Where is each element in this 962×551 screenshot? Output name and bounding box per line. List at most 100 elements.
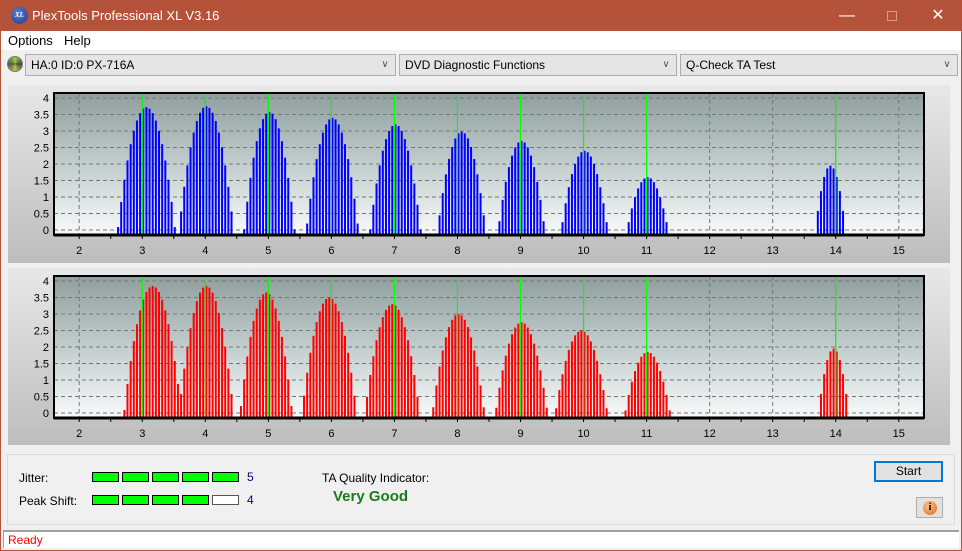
histogram-bar <box>366 396 369 419</box>
histogram-bar <box>246 201 249 236</box>
histogram-bar <box>353 395 356 419</box>
histogram-bar <box>284 157 287 236</box>
histogram-bar <box>529 155 532 236</box>
minimize-button[interactable]: — <box>824 0 870 31</box>
test-select[interactable]: Q-Check TA Test ∨ <box>680 54 958 76</box>
histogram-bar <box>154 120 157 236</box>
histogram-bar <box>561 222 564 236</box>
histogram-bar <box>135 120 138 236</box>
histogram-bar <box>580 152 583 236</box>
histogram-bar <box>470 337 473 419</box>
histogram-bar <box>246 356 249 419</box>
chevron-down-icon: ∨ <box>943 59 951 70</box>
histogram-bar <box>249 336 252 419</box>
histogram-bar <box>602 203 605 236</box>
histogram-bar <box>221 328 224 419</box>
histogram-bar <box>164 160 167 236</box>
histogram-bar <box>388 305 391 419</box>
histogram-bar <box>214 301 217 419</box>
jitter-label: Jitter: <box>19 471 49 485</box>
info-button[interactable]: i <box>916 497 943 518</box>
x-tick-label: 9 <box>517 428 523 440</box>
histogram-bar <box>151 113 154 236</box>
histogram-bar <box>135 324 138 419</box>
histogram-bar <box>321 132 324 236</box>
histogram-bar <box>375 340 378 419</box>
histogram-bar <box>280 336 283 419</box>
title-bar[interactable]: XL PlexTools Professional XL V3.16 — ✕ <box>1 0 961 31</box>
histogram-bar <box>381 317 384 419</box>
x-tick-label: 14 <box>830 428 842 440</box>
histogram-bar <box>498 387 501 419</box>
histogram-bar <box>454 315 457 419</box>
histogram-bar <box>344 335 346 419</box>
x-tick-label: 13 <box>767 245 779 257</box>
histogram-bar <box>280 141 283 236</box>
histogram-bar <box>542 221 545 236</box>
histogram-bar <box>517 142 520 236</box>
histogram-bar <box>819 191 822 236</box>
histogram-bar <box>391 126 394 236</box>
histogram-bar <box>290 201 293 236</box>
histogram-bar <box>403 139 406 236</box>
histogram-bar <box>334 303 337 419</box>
y-tick-label: 0 <box>43 408 49 420</box>
histogram-bar <box>189 328 192 419</box>
histogram-bar <box>410 356 413 419</box>
histogram-bar <box>842 210 845 236</box>
y-tick-label: 2.5 <box>34 325 49 337</box>
histogram-bar <box>158 130 161 236</box>
app-window: XL PlexTools Professional XL V3.16 — ✕ O… <box>1 0 961 550</box>
y-tick-label: 3.5 <box>34 109 49 121</box>
histogram-bar <box>400 317 403 419</box>
histogram-bar <box>476 366 479 419</box>
histogram-bar <box>347 159 350 236</box>
close-icon: ✕ <box>931 7 945 24</box>
histogram-bar <box>602 390 605 419</box>
histogram-bar <box>145 107 148 236</box>
drive-select[interactable]: HA:0 ID:0 PX-716A ∨ <box>25 54 396 76</box>
drive-select-value: HA:0 ID:0 PX-716A <box>31 58 135 72</box>
histogram-bar <box>224 165 227 236</box>
histogram-bar <box>378 165 381 236</box>
ta-quality-label: TA Quality Indicator: <box>322 471 430 485</box>
histogram-bar <box>823 374 826 419</box>
y-tick-label: 4 <box>43 93 49 105</box>
start-button[interactable]: Start <box>874 461 943 482</box>
x-tick-label: 7 <box>391 245 397 257</box>
menu-bar: Options Help <box>1 31 961 50</box>
histogram-bar <box>529 334 532 419</box>
histogram-bar <box>596 174 599 236</box>
menu-help[interactable]: Help <box>64 33 91 48</box>
histogram-bar <box>303 395 306 419</box>
histogram-bar <box>334 119 337 236</box>
histogram-bar <box>347 352 350 419</box>
function-select[interactable]: DVD Diagnostic Functions ∨ <box>399 54 677 76</box>
histogram-bar <box>217 312 220 419</box>
y-tick-label: 1 <box>43 192 49 204</box>
histogram-bar <box>167 324 170 419</box>
histogram-bar <box>265 113 268 236</box>
y-tick-label: 0.5 <box>34 209 49 221</box>
x-tick-label: 5 <box>265 428 271 440</box>
toolbar: HA:0 ID:0 PX-716A ∨ DVD Diagnostic Funct… <box>1 50 961 78</box>
meter-segment <box>182 495 209 505</box>
histogram-bar <box>318 311 321 419</box>
x-tick-label: 12 <box>704 428 716 440</box>
x-tick-label: 10 <box>577 245 589 257</box>
x-tick-label: 2 <box>76 428 82 440</box>
upper-chart-panel: 0 0.5 1 1.5 2 2.5 3 3.5 4 2 3 4 5 6 7 8 9 10 11 12 13 14 15 <box>8 85 950 263</box>
histogram-bar <box>258 128 261 236</box>
y-tick-label: 1.5 <box>34 176 49 188</box>
x-tick-label: 8 <box>454 428 460 440</box>
histogram-bar <box>580 330 583 419</box>
histogram-bar <box>183 186 186 236</box>
histogram-bar <box>652 356 655 419</box>
histogram-bar <box>823 176 826 236</box>
histogram-bar <box>211 112 214 236</box>
histogram-bar <box>400 130 403 236</box>
maximize-button[interactable] <box>869 0 915 31</box>
lower-chart: 0 0.5 1 1.5 2 2.5 3 3.5 4 2 3 4 5 6 7 8 9 10 11 12 13 14 15 <box>34 275 925 440</box>
close-button[interactable]: ✕ <box>915 0 961 31</box>
menu-options[interactable]: Options <box>8 33 53 48</box>
